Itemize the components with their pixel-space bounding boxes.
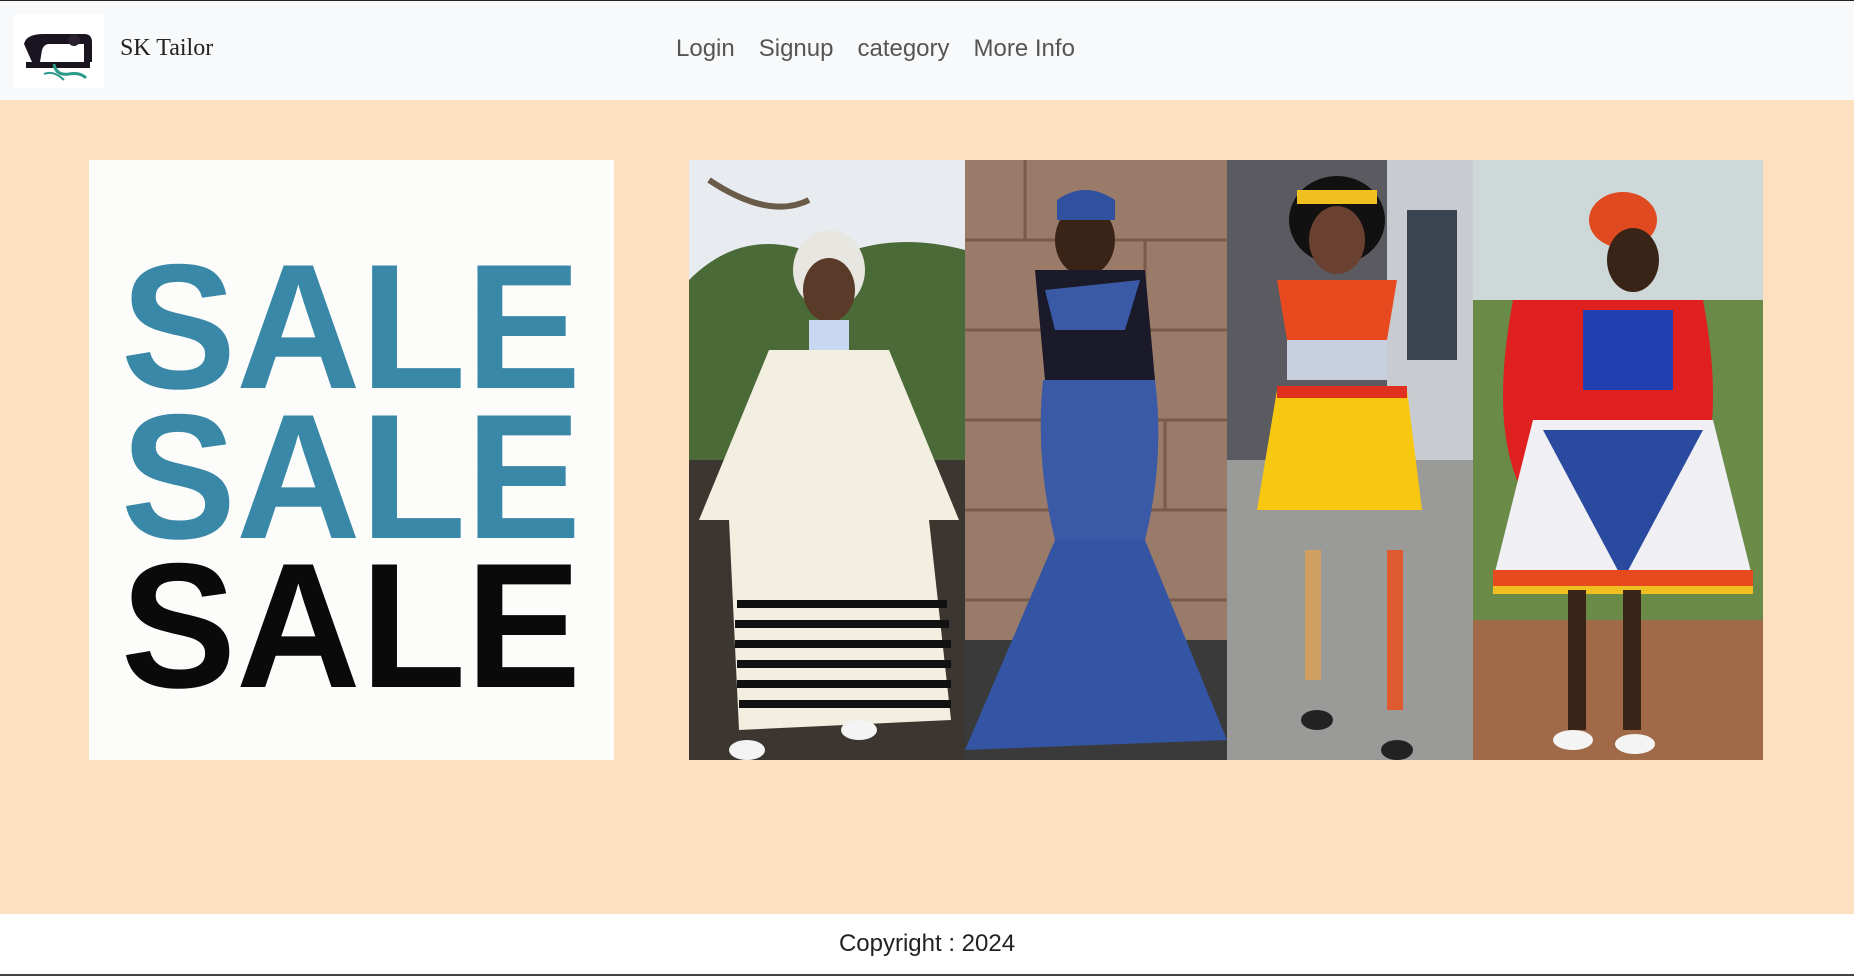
fashion-gallery	[689, 160, 1763, 760]
nav-more-info-link[interactable]: More Info	[974, 35, 1075, 63]
nav-login-link[interactable]: Login	[676, 35, 735, 63]
gallery-image-yellow-attire[interactable]	[1227, 160, 1473, 760]
nav-category-link[interactable]: category	[857, 35, 949, 63]
gallery-image-white-dress[interactable]	[689, 160, 965, 760]
brand-logo[interactable]	[14, 14, 104, 88]
sale-graphic: SALE SALE SALE	[121, 227, 581, 725]
brand-name[interactable]: SK Tailor	[120, 35, 213, 62]
sewing-machine-icon	[24, 34, 92, 81]
sale-line-3: SALE	[121, 526, 581, 725]
sale-banner: SALE SALE SALE	[89, 160, 614, 760]
gallery-image-blue-gown[interactable]	[965, 160, 1227, 760]
copyright-text: Copyright : 2024	[838, 930, 1016, 957]
footer: Copyright : 2024	[0, 914, 1854, 976]
main-nav: Login Signup category More Info	[676, 35, 1099, 63]
nav-signup-link[interactable]: Signup	[759, 35, 834, 63]
navbar: SK Tailor Login Signup category More Inf…	[0, 0, 1854, 100]
gallery-image-red-blue-dress[interactable]	[1473, 160, 1763, 760]
